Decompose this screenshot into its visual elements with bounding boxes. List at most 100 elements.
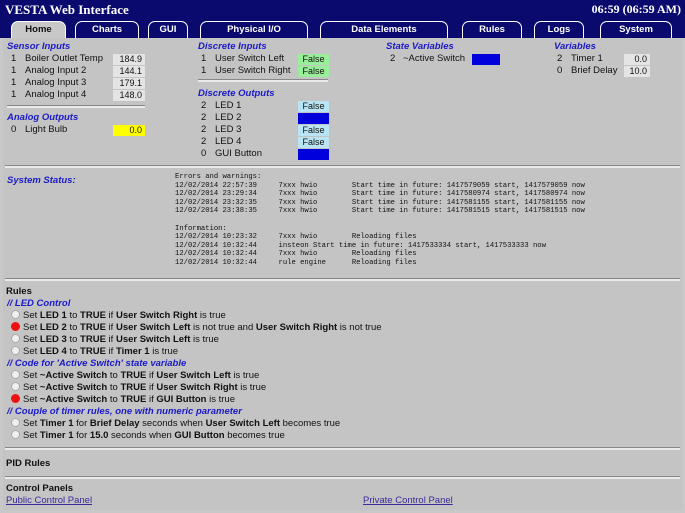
log-line: 12/02/2014 23:38:35 7xxx hwio Start time… [175, 207, 585, 216]
log-line: 12/02/2014 10:32:44 rule engine Reloadin… [175, 258, 417, 267]
rule-text: to [107, 370, 121, 381]
rule-item[interactable]: Set ~Active Switch to TRUE if User Switc… [11, 370, 259, 382]
rule-inactive-indicator-icon [11, 334, 20, 343]
discrete-outputs-title: Discrete Outputs [198, 88, 275, 99]
analog-output-num: 0 [11, 124, 17, 135]
discrete-output-value[interactable]: True [298, 149, 329, 160]
rule-item[interactable]: Set ~Active Switch to TRUE if GUI Button… [11, 394, 235, 406]
divider [5, 476, 680, 479]
variables-title: Variables [554, 41, 596, 52]
rule-active-indicator-icon [11, 394, 20, 403]
rule-item[interactable]: Set LED 3 to TRUE if User Switch Left is… [11, 334, 219, 346]
rule-text: for [73, 418, 90, 429]
sensor-label: Analog Input 3 [25, 77, 87, 88]
rule-text: to [107, 394, 121, 405]
sensor-value: 148.0 [113, 90, 145, 101]
rule-inactive-indicator-icon [11, 382, 20, 391]
variable-value: 10.0 [624, 66, 650, 77]
variable-num: 0 [557, 65, 563, 76]
rule-term: TRUE [80, 346, 106, 357]
rule-term: TRUE [120, 370, 147, 381]
log-line: 12/02/2014 10:23:32 7xxx hwio Reloading … [175, 233, 417, 242]
rule-term: TRUE [120, 394, 147, 405]
tab-gui[interactable]: GUI [148, 21, 188, 38]
rule-text: to [66, 322, 81, 333]
tab-home[interactable]: Home [11, 21, 66, 38]
sensor-num: 1 [11, 65, 17, 76]
rule-item[interactable]: Set ~Active Switch to TRUE if User Switc… [11, 382, 266, 394]
system-status-label: System Status: [7, 175, 76, 186]
discrete-output-label: LED 3 [215, 124, 242, 135]
state-variable-label: ~Active Switch [403, 53, 466, 64]
divider [7, 105, 145, 108]
rule-item[interactable]: Set LED 2 to TRUE if User Switch Left is… [11, 322, 382, 334]
clock: 06:59 (06:59 AM) [591, 2, 681, 16]
rule-term: LED 3 [39, 334, 67, 345]
discrete-output-value[interactable]: False [298, 137, 329, 148]
rule-term: GUI Button [174, 430, 225, 441]
analog-outputs-title: Analog Outputs [7, 112, 79, 123]
rule-term: ~Active Switch [39, 394, 108, 405]
discrete-output-label: LED 1 [215, 100, 242, 111]
rule-text: Set [23, 310, 40, 321]
discrete-inputs-title: Discrete Inputs [198, 41, 267, 52]
discrete-input-num: 1 [201, 65, 207, 76]
rule-term: LED 2 [39, 322, 67, 333]
rule-text: Set [23, 322, 40, 333]
rule-text: seconds when [139, 418, 206, 429]
log-line: 12/02/2014 23:32:35 7xxx hwio Start time… [175, 198, 585, 207]
divider [198, 79, 328, 82]
divider [5, 165, 680, 168]
top-bar: VESTA Web Interface 06:59 (06:59 AM) Hom… [0, 0, 685, 38]
rule-item[interactable]: Set LED 4 to TRUE if Timer 1 is true [11, 346, 178, 358]
variable-value: 0.0 [624, 54, 650, 65]
rule-text: is true [190, 334, 219, 345]
status-log: Errors and warnings: 12/02/2014 22:57:39 … [175, 173, 585, 268]
rule-text: becomes true [280, 418, 341, 429]
rule-text: is true [197, 310, 226, 321]
rule-comment: // Code for 'Active Switch' state variab… [7, 358, 187, 369]
rule-text: becomes true [224, 430, 285, 441]
tab-system[interactable]: System [600, 21, 672, 38]
sensor-inputs-title: Sensor Inputs [7, 41, 71, 52]
analog-output-value[interactable]: 0.0 [113, 125, 145, 136]
rule-term: LED 4 [39, 346, 67, 357]
rule-term: User Switch Left [115, 334, 191, 345]
discrete-output-value[interactable]: False [298, 101, 329, 112]
rule-term: TRUE [80, 322, 106, 333]
rule-item[interactable]: Set Timer 1 for 15.0 seconds when GUI Bu… [11, 430, 285, 442]
rule-text: Set [23, 418, 40, 429]
rule-term: Timer 1 [39, 418, 74, 429]
sensor-value: 179.1 [113, 78, 145, 89]
private-control-panel-link[interactable]: Private Control Panel [363, 495, 453, 506]
rule-text: if [105, 310, 116, 321]
tab-data-elements[interactable]: Data Elements [320, 21, 448, 38]
rule-term: Timer 1 [39, 430, 74, 441]
rule-inactive-indicator-icon [11, 370, 20, 379]
rule-term: Timer 1 [115, 346, 150, 357]
public-control-panel-link[interactable]: Public Control Panel [6, 495, 92, 506]
rule-inactive-indicator-icon [11, 346, 20, 355]
rule-text: Set [23, 430, 40, 441]
variable-label: Brief Delay [571, 65, 618, 76]
discrete-output-value[interactable]: True [298, 113, 329, 124]
tab-physical-io[interactable]: Physical I/O [200, 21, 308, 38]
tab-logs[interactable]: Logs [534, 21, 584, 38]
rule-comment: // LED Control [7, 298, 71, 309]
tab-charts[interactable]: Charts [75, 21, 139, 38]
rule-item[interactable]: Set Timer 1 for Brief Delay seconds when… [11, 418, 340, 430]
state-variables-title: State Variables [386, 41, 454, 52]
state-variable-num: 2 [390, 53, 396, 64]
log-line: 12/02/2014 10:32:44 7xxx hwio Reloading … [175, 250, 417, 259]
rule-active-indicator-icon [11, 322, 20, 331]
discrete-output-label: GUI Button [215, 148, 262, 159]
rule-term: User Switch Right [115, 310, 198, 321]
rule-text: seconds when [108, 430, 175, 441]
sensor-label: Boiler Outlet Temp [25, 53, 103, 64]
tab-rules[interactable]: Rules [462, 21, 522, 38]
rule-item[interactable]: Set LED 1 to TRUE if User Switch Right i… [11, 310, 226, 322]
discrete-output-value[interactable]: False [298, 125, 329, 136]
rule-inactive-indicator-icon [11, 430, 20, 439]
rule-inactive-indicator-icon [11, 310, 20, 319]
rule-term: User Switch Left [156, 370, 231, 381]
